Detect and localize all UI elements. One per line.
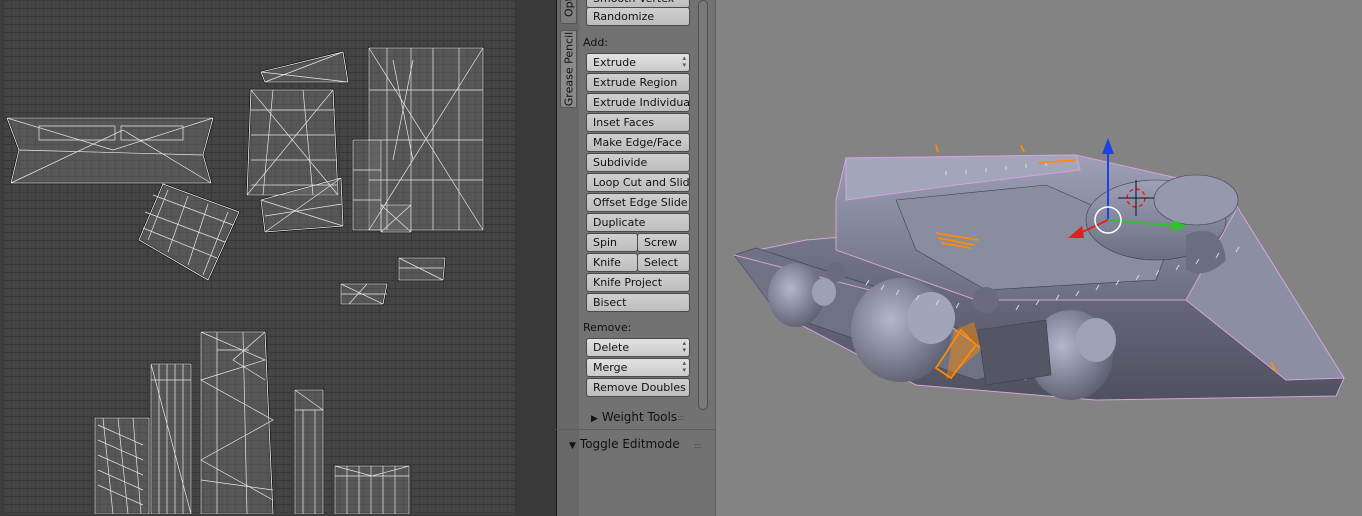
- tab-grease-pencil[interactable]: Grease Pencil: [560, 30, 577, 108]
- delete-dropdown[interactable]: Delete: [586, 338, 690, 357]
- duplicate-button[interactable]: Duplicate: [586, 213, 690, 232]
- tab-options-label: Opt: [562, 0, 575, 17]
- triangle-right-icon: ▶: [591, 414, 598, 424]
- merge-dropdown[interactable]: Merge: [586, 358, 690, 377]
- tool-shelf-scrollbar[interactable]: [698, 0, 708, 410]
- spin-button[interactable]: Spin: [586, 233, 638, 252]
- uv-editor-margin: [515, 0, 556, 516]
- make-edge-face-button[interactable]: Make Edge/Face: [586, 133, 690, 152]
- uv-grid[interactable]: [3, 0, 515, 514]
- tab-options[interactable]: Opt: [560, 0, 577, 24]
- toggle-editmode-panel-header[interactable]: ▼ Toggle Editmode: [569, 437, 680, 451]
- panel-divider: [556, 429, 716, 430]
- tool-shelf[interactable]: Opt Grease Pencil Smooth Vertex Randomiz…: [556, 0, 716, 516]
- subdivide-button[interactable]: Subdivide: [586, 153, 690, 172]
- remove-group-label: Remove:: [583, 321, 632, 334]
- drag-grip-icon-2[interactable]: ::::: [694, 441, 702, 450]
- knife-select-button[interactable]: Select: [637, 253, 690, 272]
- uv-editor[interactable]: [0, 0, 556, 516]
- toggle-editmode-label: Toggle Editmode: [579, 437, 680, 451]
- loop-cut-slide-button[interactable]: Loop Cut and Slide: [586, 173, 690, 192]
- randomize-button[interactable]: Randomize: [586, 7, 690, 26]
- tab-grease-pencil-label: Grease Pencil: [562, 31, 575, 107]
- drag-grip-icon[interactable]: ::::: [677, 413, 685, 422]
- add-group-label: Add:: [583, 36, 609, 49]
- knife-button[interactable]: Knife: [586, 253, 638, 272]
- bisect-button[interactable]: Bisect: [586, 293, 690, 312]
- weight-tools-panel-header[interactable]: ▶ Weight Tools: [591, 410, 677, 424]
- 3d-viewport[interactable]: [716, 0, 1362, 516]
- extrude-individual-button[interactable]: Extrude Individual: [586, 93, 690, 112]
- uv-islands[interactable]: [3, 0, 515, 514]
- tank-mesh[interactable]: [716, 0, 1362, 516]
- triangle-down-icon: ▼: [569, 441, 576, 451]
- inset-faces-button[interactable]: Inset Faces: [586, 113, 690, 132]
- extrude-region-button[interactable]: Extrude Region: [586, 73, 690, 92]
- screw-button[interactable]: Screw: [637, 233, 690, 252]
- extrude-dropdown[interactable]: Extrude: [586, 53, 690, 72]
- knife-project-button[interactable]: Knife Project: [586, 273, 690, 292]
- remove-doubles-button[interactable]: Remove Doubles: [586, 378, 690, 397]
- weight-tools-label: Weight Tools: [601, 410, 678, 424]
- offset-edge-slide-button[interactable]: Offset Edge Slide: [586, 193, 690, 212]
